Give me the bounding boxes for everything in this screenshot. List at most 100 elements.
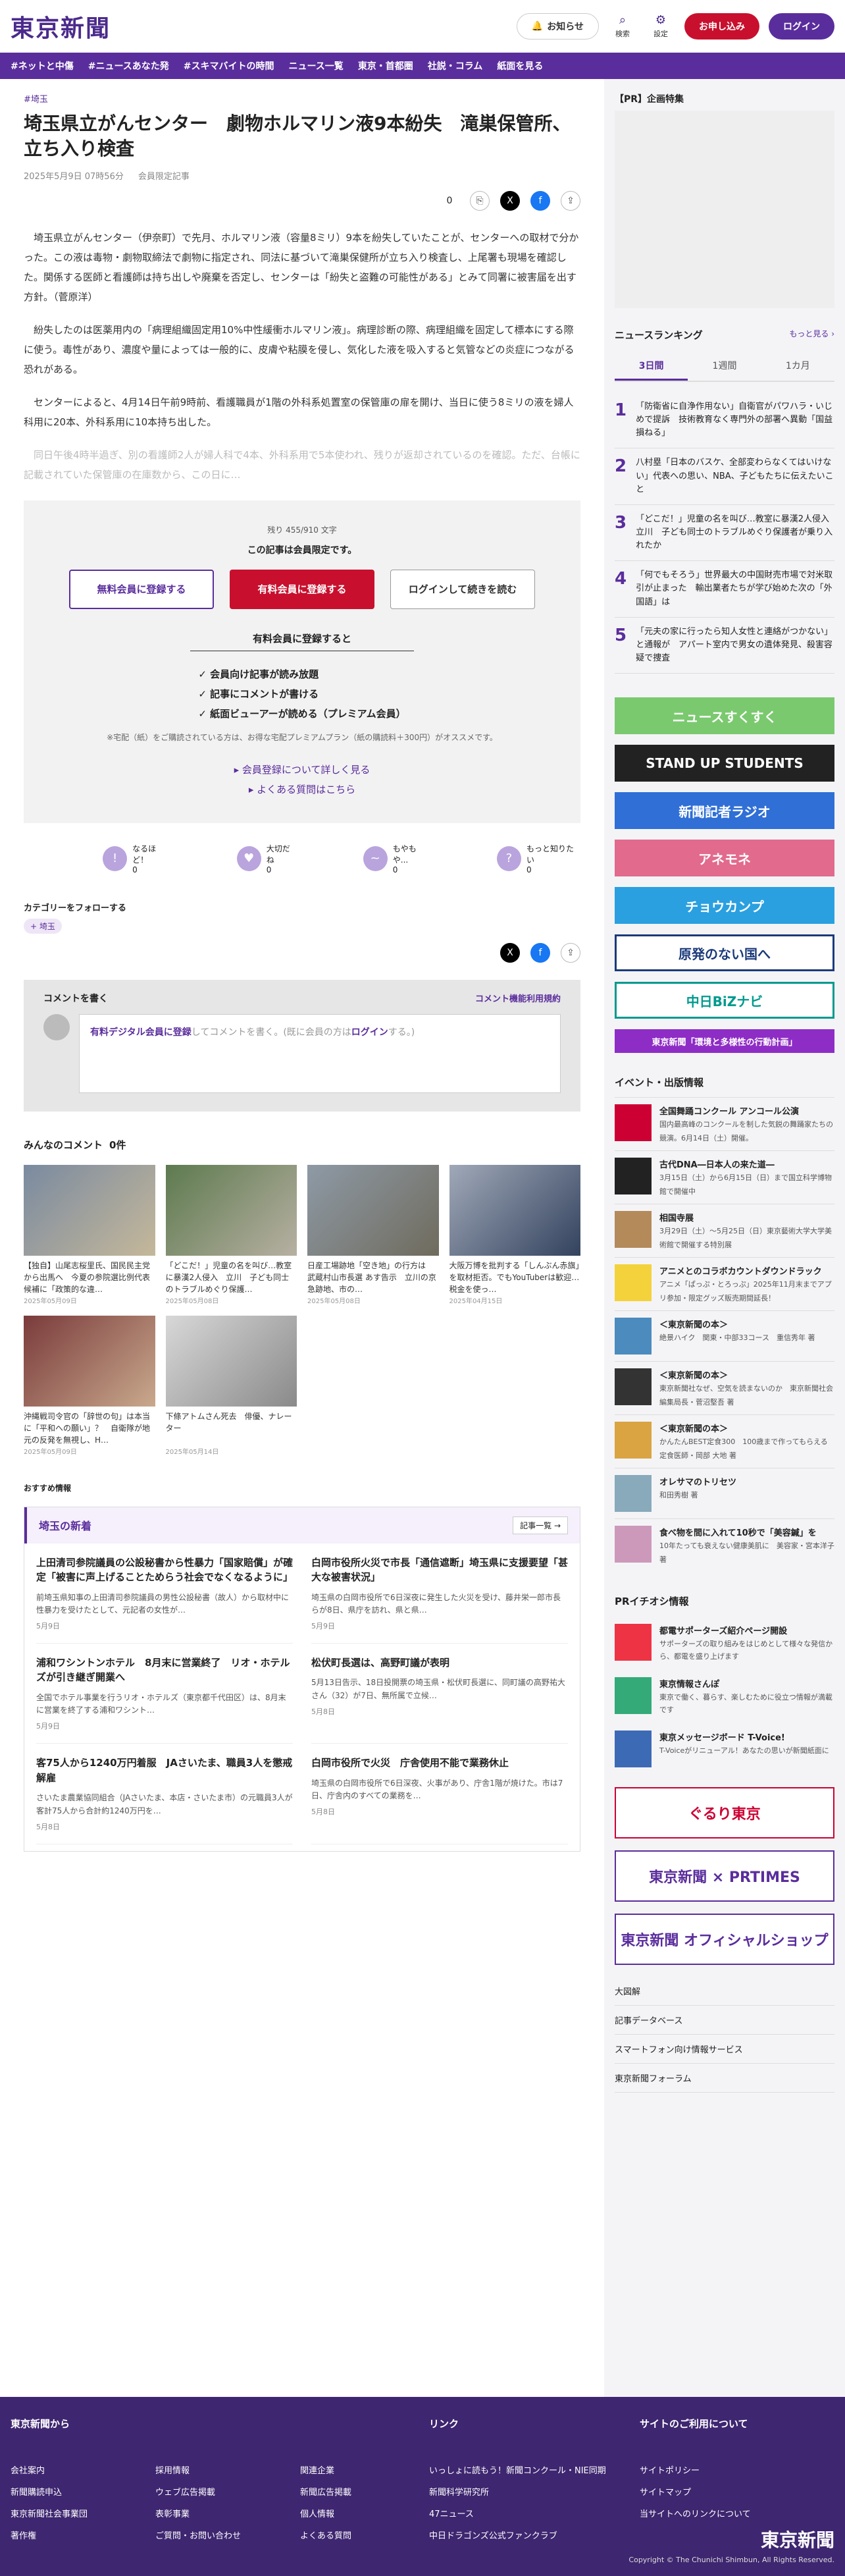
local-item[interactable]: 白岡市役所火災で市長「通信遮断」埼玉県に支援要望「甚大な被害状況」 埼玉県の白岡市…: [311, 1543, 568, 1644]
event-item[interactable]: オレサマのトリセツ 和田秀樹 著: [615, 1468, 834, 1518]
x-share-icon[interactable]: X: [500, 190, 520, 211]
footer-link[interactable]: サイトマップ: [640, 2485, 751, 2498]
footer-link[interactable]: 47ニュース: [429, 2507, 640, 2519]
paid-register-button[interactable]: 有料会員に登録する: [230, 569, 374, 609]
free-register-button[interactable]: 無料会員に登録する: [69, 569, 214, 609]
pr-item[interactable]: 東京メッセージボード T-Voice! T-Voiceがリニューアル！あなたの思い…: [615, 1723, 834, 1775]
reaction-button[interactable]: ♥ 大切だね 0: [236, 843, 297, 874]
event-item[interactable]: 食べ物を間に入れて10秒で「美容鍼」を 10年たっても衰えない健康美肌に 美容家・…: [615, 1518, 834, 1572]
local-item[interactable]: 客75人から1240万円着服 JAさいたま、職員3人を懲戒解雇 さいたま農業協同組…: [36, 1744, 293, 1844]
big-banner[interactable]: ぐるり東京: [615, 1787, 834, 1839]
event-item[interactable]: 古代DNA―日本人の来た道― 3月15日（土）から6月15日（日）まで国立科学博物…: [615, 1150, 834, 1204]
clip-icon[interactable]: ⎘: [470, 190, 490, 211]
reaction-button[interactable]: ~ もやもや... 0: [363, 843, 431, 874]
reaction-button[interactable]: ? もっと知りたい 0: [496, 843, 580, 874]
banner[interactable]: ニュースすくすく: [615, 697, 834, 735]
footer-link[interactable]: ご質問・お問い合わせ: [155, 2529, 274, 2541]
local-item[interactable]: 浦和ワシントンホテル 8月末に営業終了 リオ・ホテルズが引き継ぎ開業へ 全国でホテ…: [36, 1644, 293, 1744]
footer-link[interactable]: いっしょに読もう！新聞コンクール・NIE同期: [429, 2463, 640, 2476]
banner[interactable]: STAND UP STUDENTS: [615, 745, 834, 782]
event-item[interactable]: アニメとのコラボカウントダウンドラック アニメ「ぱっぷ・とろっぷ」2025年11月…: [615, 1257, 834, 1310]
article-category[interactable]: #埼玉: [24, 92, 580, 105]
big-banner[interactable]: 東京新聞 オフィシャルショップ: [615, 1914, 834, 1966]
apply-button[interactable]: お申し込み: [684, 13, 759, 40]
banner[interactable]: アネモネ: [615, 840, 834, 877]
comment-rules-link[interactable]: コメント機能利用規約: [475, 992, 561, 1005]
tab-1week[interactable]: 1週間: [688, 352, 761, 381]
faq-link[interactable]: ▸ よくある質問はこちら: [43, 780, 561, 799]
login-link[interactable]: ログイン: [351, 1027, 388, 1038]
banner[interactable]: 原発のない国へ: [615, 934, 834, 972]
local-item[interactable]: 上田清司参院議員の公設秘書から性暴力「国家賠償」が確定「被害に声上げることためら…: [36, 1543, 293, 1644]
footer-link[interactable]: 著作権: [11, 2529, 129, 2541]
share-icon[interactable]: ⇪: [561, 942, 580, 963]
footer-link[interactable]: 個人情報: [300, 2507, 419, 2519]
side-link[interactable]: 東京新聞フォーラム: [615, 2064, 834, 2093]
local-item[interactable]: 白岡市役所で火災 庁舎使用不能で業務休止 埼玉県の白岡市役所で6日深夜、火事があり…: [311, 1744, 568, 1844]
nav-item[interactable]: 紙面を見る: [497, 59, 543, 72]
banner[interactable]: チョウカンプ: [615, 887, 834, 925]
related-card[interactable]: 下條アトムさん死去 俳優、ナレーター 2025年05月14日: [165, 1315, 297, 1456]
footer-link[interactable]: 会社案内: [11, 2463, 129, 2476]
ranking-item[interactable]: 1 「防衛省に自浄作用ない」自衛官がパワハラ・いじめで提訴 技術教育なく専門外の部…: [615, 392, 834, 449]
search-button[interactable]: ⌕ 検索: [608, 13, 637, 39]
tab-1month[interactable]: 1カ月: [761, 352, 834, 381]
pr-item[interactable]: 都電サポーターズ紹介ページ開設 サポーターズの取り組みをはじめとして様々な発信から…: [615, 1616, 834, 1669]
comment-field[interactable]: 有料デジタル会員に登録してコメントを書く。(既に会員の方はログインする。): [79, 1013, 561, 1093]
nav-item[interactable]: #ネットと中傷: [11, 59, 74, 72]
facebook-share-icon[interactable]: f: [530, 190, 550, 211]
share-icon[interactable]: ⇪: [561, 190, 580, 211]
ranking-item[interactable]: 2 八村塁「日本のバスケ、全部変わらなくてはいけない」代表への思い、NBA、子ども…: [615, 448, 834, 505]
nav-item[interactable]: ニュース一覧: [289, 59, 344, 72]
banner[interactable]: 新聞記者ラジオ: [615, 792, 834, 830]
related-card[interactable]: 【独自】山尾志桜里氏、国民民主党から出馬へ 今夏の参院選比例代表候補に「政策的な…: [24, 1164, 155, 1305]
footer-link[interactable]: 新聞科学研究所: [429, 2485, 640, 2498]
related-card[interactable]: 日産工場跡地「空き地」の行方は 武蔵村山市長選 あす告示 立川の京急跡地、市の……: [307, 1164, 439, 1305]
event-item[interactable]: ＜東京新聞の本＞ 東京新聞社なぜ、空気を読まないのか 東京新聞社会編集局長・菅沼堅…: [615, 1361, 834, 1414]
footer-link[interactable]: 当サイトへのリンクについて: [640, 2507, 751, 2519]
ranking-item[interactable]: 3 「どこだ！」児童の名を叫び…教室に暴漢2人侵入 立川 子ども同士のトラブルめぐ…: [615, 505, 838, 562]
banner[interactable]: 中日BiZナビ: [615, 982, 834, 1019]
event-item[interactable]: ＜東京新聞の本＞ かんたんBEST定食300 100歳まで作ってもらえる 定食医師…: [615, 1414, 835, 1468]
big-banner[interactable]: 東京新聞 × PRTIMES: [615, 1850, 834, 1902]
site-logo[interactable]: 東京新聞: [11, 9, 111, 43]
related-card[interactable]: 沖縄戦司令官の「辞世の句」は本当に「平和への願い」？ 自衛隊が地元の反発を無視し…: [24, 1315, 155, 1456]
tab-3days[interactable]: 3日間: [615, 352, 688, 381]
footer-link[interactable]: 東京新聞社会事業団: [11, 2507, 129, 2519]
nav-item[interactable]: #ニュースあなた発: [88, 59, 169, 72]
banner[interactable]: 東京新聞「環境と多様性の行動計画」: [615, 1029, 834, 1054]
event-item[interactable]: 全国舞踊コンクール アンコール公演 国内最高峰のコンクールを制した気鋭の舞踊家たち…: [615, 1097, 834, 1150]
footer-link[interactable]: 新聞購読申込: [11, 2485, 129, 2498]
register-link[interactable]: 有料デジタル会員に登録: [90, 1027, 192, 1038]
register-info-link[interactable]: ▸ 会員登録について詳しく見る: [43, 760, 561, 780]
follow-tag-button[interactable]: + 埼玉: [24, 918, 62, 934]
ranking-more-link[interactable]: もっと見る ›: [789, 328, 834, 342]
local-item[interactable]: 松伏町長選は、高野町議が表明 5月13日告示、18日投開票の埼玉県・松伏町長選に、…: [311, 1644, 568, 1744]
ranking-item[interactable]: 4 「何でもそろう」世界最大の中国財売市場で対米取引が止まった 輸出業者たちが学び…: [615, 561, 834, 618]
facebook-share-icon[interactable]: f: [530, 942, 550, 963]
x-share-icon[interactable]: X: [500, 942, 520, 963]
footer-logo[interactable]: 東京新聞: [761, 2526, 834, 2552]
related-card[interactable]: 大阪万博を批判する「しんぶん赤旗」を取材拒否。でもYouTuberは歓迎…税金を…: [449, 1164, 580, 1305]
ad-area[interactable]: [615, 111, 834, 308]
comment-count[interactable]: 0: [440, 191, 459, 211]
pr-item[interactable]: 東京情報さんぽ 東京で働く、暮らす、楽しむために役立つ情報が満載です: [615, 1669, 834, 1723]
event-item[interactable]: ＜東京新聞の本＞ 絶景ハイク 関東・中部33コース 重信秀年 著: [615, 1310, 834, 1361]
nav-item[interactable]: 社説・コラム: [428, 59, 483, 72]
side-link[interactable]: 大図解: [615, 1977, 834, 2006]
footer-link[interactable]: 中日ドラゴンズ公式ファンクラブ: [429, 2529, 640, 2541]
footer-link[interactable]: 表彰事業: [155, 2507, 274, 2519]
ranking-item[interactable]: 5 「元夫の家に行ったら知人女性と連絡がつかない」と通報が アパート室内で男女の遺…: [615, 618, 834, 674]
footer-link[interactable]: よくある質問: [300, 2529, 419, 2541]
nav-item[interactable]: #スキマバイトの時間: [184, 59, 274, 72]
settings-button[interactable]: ⚙ 設定: [646, 13, 675, 39]
side-link[interactable]: スマートフォン向け情報サービス: [615, 2035, 834, 2064]
login-continue-button[interactable]: ログインして続きを読む: [390, 569, 535, 609]
footer-link[interactable]: 新聞広告掲載: [300, 2485, 419, 2498]
footer-link[interactable]: 関連企業: [300, 2463, 419, 2476]
reaction-button[interactable]: ! なるほど！ 0: [103, 843, 171, 874]
footer-link[interactable]: 採用情報: [155, 2463, 274, 2476]
event-item[interactable]: 相国寺展 3月29日（土）～5月25日（日）東京藝術大学大学美術館で開催する特別展: [615, 1204, 834, 1257]
side-link[interactable]: 記事データベース: [615, 2006, 834, 2035]
nav-item[interactable]: 東京・首都圏: [358, 59, 413, 72]
